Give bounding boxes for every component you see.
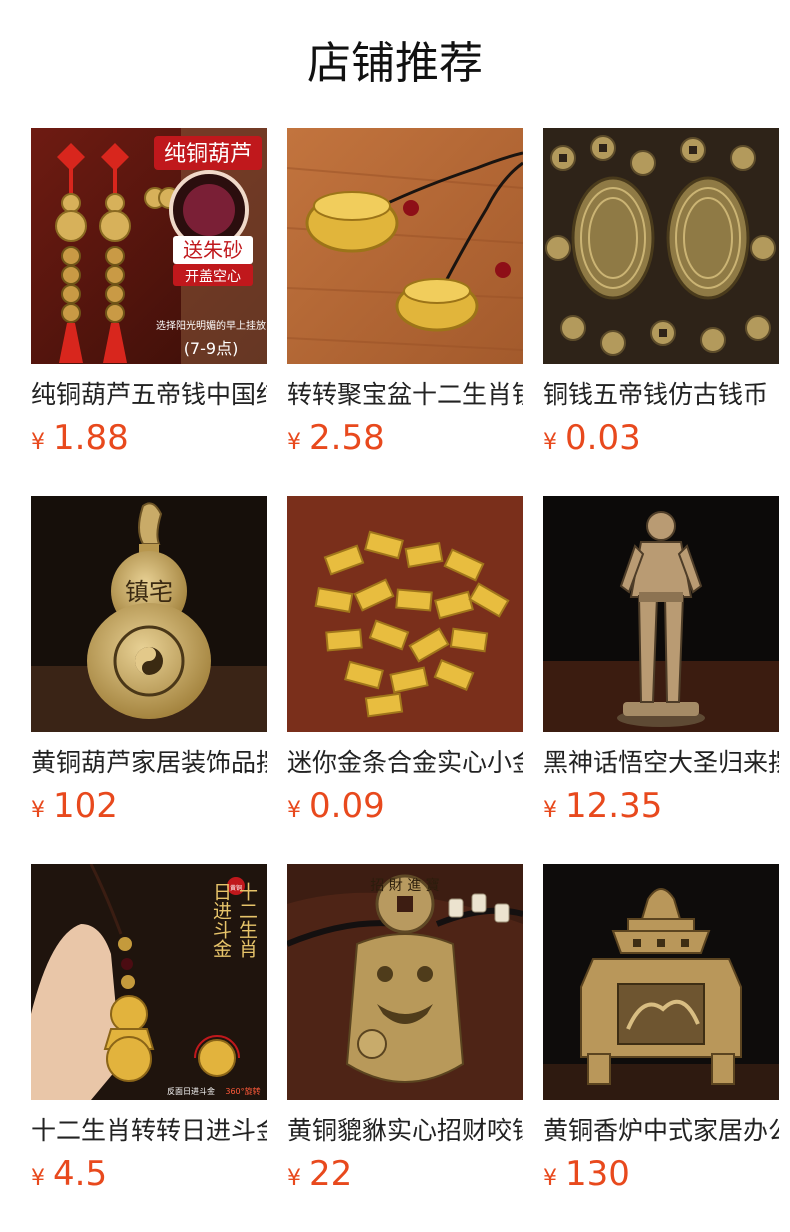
price-value: 0.03 (565, 418, 641, 458)
wukong-statue-icon (543, 496, 779, 732)
product-name[interactable]: 黄铜葫芦家居装饰品摆件 (31, 746, 267, 780)
image-vertical-text: 日进斗金 (210, 882, 232, 958)
product-name[interactable]: 十二生肖转转日进斗金挂件 (31, 1114, 267, 1148)
currency-symbol: ¥ (543, 798, 557, 823)
image-caption-text: (7-9点) (184, 339, 239, 358)
brass-gourd-icon: 镇宅 (31, 496, 267, 732)
product-price: ¥22 (287, 1152, 352, 1196)
product-price: ¥1.88 (31, 416, 129, 460)
price-value: 2.58 (309, 418, 385, 458)
image-coin-text: 招 財 進 寶 (370, 878, 439, 894)
product-price: ¥2.58 (287, 416, 385, 460)
image-vertical-text: 十二生肖 (236, 882, 258, 958)
image-tag-text: 送朱砂 (183, 238, 243, 262)
gold-bars-icon (287, 496, 523, 732)
product-name[interactable]: 纯铜葫芦五帝钱中国结 (31, 378, 267, 412)
price-value: 12.35 (565, 786, 663, 826)
image-engraving-text: 镇宅 (125, 578, 173, 606)
image-caption-text: 反面日进斗金 (167, 1086, 215, 1096)
product-price: ¥130 (543, 1152, 630, 1196)
price-value: 0.09 (309, 786, 385, 826)
product-price: ¥12.35 (543, 784, 662, 828)
product-name[interactable]: 黄铜貔貅实心招财咬钱摆件 (287, 1114, 523, 1148)
product-name[interactable]: 迷你金条合金实心小金砖 (287, 746, 523, 780)
product-name[interactable]: 铜钱五帝钱仿古钱币 (543, 378, 779, 412)
page-title: 店铺推荐 (307, 38, 483, 89)
price-value: 130 (565, 1154, 630, 1194)
product-photo-gourd-icon: 纯铜葫芦 送朱砂 开盖空心 选择阳光明媚的早上挂放 (7-9点) (31, 128, 267, 364)
incense-burner-icon (543, 864, 779, 1100)
product-price: ¥4.5 (31, 1152, 107, 1196)
currency-symbol: ¥ (31, 798, 45, 823)
price-value: 102 (53, 786, 118, 826)
currency-symbol: ¥ (31, 430, 45, 455)
product-image[interactable] (543, 128, 779, 364)
product-image[interactable] (543, 864, 779, 1100)
product-price: ¥102 (31, 784, 118, 828)
image-tag-text: 开盖空心 (185, 269, 241, 285)
coins-icon (543, 128, 779, 364)
treasure-bowl-keychain-icon (287, 128, 523, 364)
currency-symbol: ¥ (543, 1166, 557, 1191)
zodiac-pendant-icon: 黄铜 十二生肖 日进斗金 反面日进斗金 360°旋转 (31, 864, 267, 1100)
product-image[interactable]: 招 財 進 寶 (287, 864, 523, 1100)
currency-symbol: ¥ (287, 1166, 301, 1191)
price-value: 22 (309, 1154, 353, 1194)
product-image[interactable]: 镇宅 (31, 496, 267, 732)
image-caption-text: 选择阳光明媚的早上挂放 (156, 319, 266, 332)
product-name[interactable]: 黄铜香炉中式家居办公室摆件 (543, 1114, 779, 1148)
product-image[interactable]: 纯铜葫芦 送朱砂 开盖空心 选择阳光明媚的早上挂放 (7-9点) (31, 128, 267, 364)
product-price: ¥0.09 (287, 784, 385, 828)
image-badge-text: 纯铜葫芦 (164, 142, 252, 167)
currency-symbol: ¥ (287, 798, 301, 823)
product-image[interactable] (287, 496, 523, 732)
product-name[interactable]: 转转聚宝盆十二生肖钥匙扣 (287, 378, 523, 412)
image-caption-text: 360°旋转 (225, 1086, 260, 1096)
product-image[interactable] (287, 128, 523, 364)
product-price: ¥0.03 (543, 416, 641, 460)
price-value: 1.88 (53, 418, 129, 458)
currency-symbol: ¥ (287, 430, 301, 455)
currency-symbol: ¥ (31, 1166, 45, 1191)
price-value: 4.5 (53, 1154, 108, 1194)
currency-symbol: ¥ (543, 430, 557, 455)
pixiu-icon: 招 財 進 寶 (287, 864, 523, 1100)
product-image[interactable]: 黄铜 十二生肖 日进斗金 反面日进斗金 360°旋转 (31, 864, 267, 1100)
product-name[interactable]: 黑神话悟空大圣归来摆件 (543, 746, 779, 780)
product-image[interactable] (543, 496, 779, 732)
